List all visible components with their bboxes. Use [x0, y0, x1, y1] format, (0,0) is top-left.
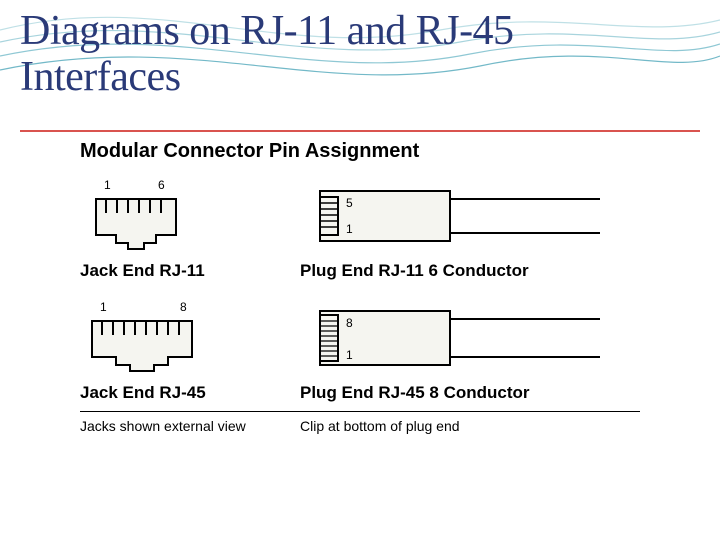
- jack-rj11-caption: Jack End RJ-11: [80, 261, 300, 281]
- plug-rj45-caption: Plug End RJ-45 8 Conductor: [300, 383, 620, 403]
- plug-rj45-cell: 8 1 Plug End RJ-45 8 Conductor: [300, 299, 620, 403]
- page-title: Diagrams on RJ-11 and RJ-45 Interfaces: [20, 8, 620, 100]
- pin-label-start: 1: [100, 300, 107, 314]
- jack-rj11-diagram: 1 6: [80, 177, 200, 255]
- row-rj11: 1 6 Jack End RJ-11: [80, 177, 640, 281]
- plug-rj11-cell: 5 1 Plug End RJ-11 6 Conductor: [300, 177, 620, 281]
- row-rj45: 1 8 Jack End RJ-45: [80, 299, 640, 403]
- note-clip-position: Clip at bottom of plug end: [300, 418, 620, 434]
- plug-rj45-diagram: 8 1: [300, 299, 600, 377]
- pin-label-bottom: 1: [346, 222, 353, 236]
- note-jacks-view: Jacks shown external view: [80, 418, 300, 434]
- divider-line: [80, 411, 640, 412]
- section-title: Modular Connector Pin Assignment: [80, 140, 640, 163]
- pin-label-top: 8: [346, 316, 353, 330]
- title-underline: [20, 130, 700, 132]
- jack-rj11-cell: 1 6 Jack End RJ-11: [80, 177, 300, 281]
- pin-label-start: 1: [104, 178, 111, 192]
- slide: Diagrams on RJ-11 and RJ-45 Interfaces M…: [0, 0, 720, 540]
- jack-rj45-diagram: 1 8: [80, 299, 210, 377]
- pin-label-end: 8: [180, 300, 187, 314]
- plug-rj11-caption: Plug End RJ-11 6 Conductor: [300, 261, 620, 281]
- jack-rj45-caption: Jack End RJ-45: [80, 383, 300, 403]
- content-area: Modular Connector Pin Assignment 1 6 Jac…: [80, 140, 640, 434]
- plug-rj11-diagram: 5 1: [300, 177, 600, 255]
- jack-rj45-cell: 1 8 Jack End RJ-45: [80, 299, 300, 403]
- notes-row: Jacks shown external view Clip at bottom…: [80, 418, 640, 434]
- pin-label-end: 6: [158, 178, 165, 192]
- pin-label-top: 5: [346, 196, 353, 210]
- pin-label-bottom: 1: [346, 348, 353, 362]
